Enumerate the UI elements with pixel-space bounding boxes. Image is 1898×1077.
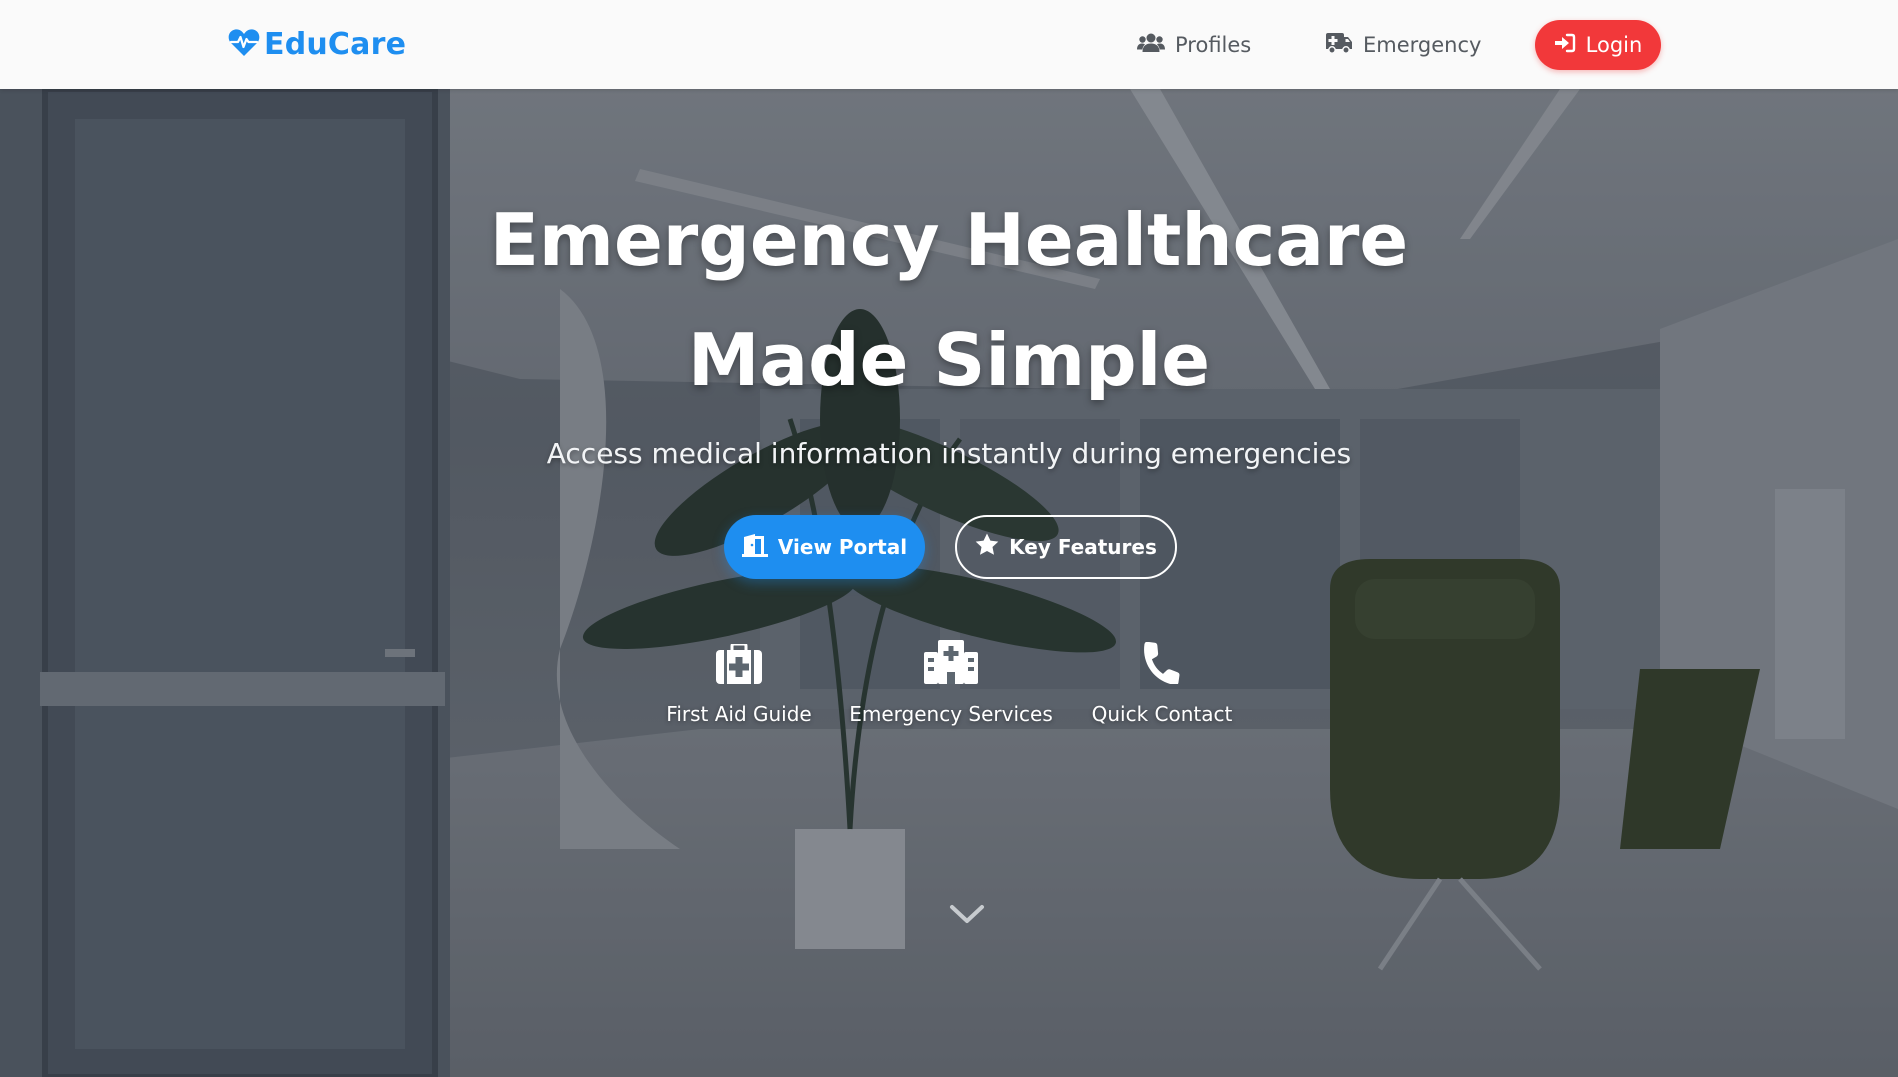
door-open-icon — [741, 533, 768, 562]
brand-name: EduCare — [264, 26, 407, 62]
nav-link-profiles[interactable]: Profiles — [1137, 28, 1251, 62]
feature-quick-contact[interactable]: Quick Contact — [1085, 638, 1239, 726]
feature-emergency-services[interactable]: Emergency Services — [845, 638, 1057, 726]
medkit-icon — [716, 638, 762, 684]
heart-pulse-icon — [228, 27, 260, 61]
feature-first-aid-guide[interactable]: First Aid Guide — [663, 638, 815, 726]
nav-link-emergency-label: Emergency — [1363, 33, 1482, 57]
phone-icon — [1141, 638, 1183, 684]
chevron-down-icon[interactable] — [949, 902, 985, 926]
view-portal-button[interactable]: View Portal — [724, 515, 925, 579]
hero-title-line-1: Emergency Healthcare — [489, 198, 1409, 282]
sign-in-icon — [1554, 33, 1576, 58]
key-features-button[interactable]: Key Features — [955, 515, 1177, 579]
hospital-icon — [924, 638, 978, 684]
login-button-label: Login — [1585, 33, 1643, 57]
star-icon — [975, 533, 999, 561]
feature-quick-contact-label: Quick Contact — [1091, 702, 1233, 726]
brand-logo-link[interactable]: EduCare — [228, 24, 406, 64]
top-navbar: EduCare Profiles Emergency Login — [0, 0, 1898, 89]
feature-emergency-services-label: Emergency Services — [849, 702, 1053, 726]
hero-title-line-2: Made Simple — [687, 318, 1211, 402]
users-icon — [1137, 32, 1165, 59]
login-button[interactable]: Login — [1535, 20, 1661, 70]
key-features-button-label: Key Features — [1009, 535, 1157, 559]
hero-subtitle: Access medical information instantly dur… — [546, 437, 1352, 470]
ambulance-icon — [1325, 32, 1353, 59]
nav-link-emergency[interactable]: Emergency — [1325, 28, 1481, 62]
nav-link-profiles-label: Profiles — [1175, 33, 1252, 57]
view-portal-button-label: View Portal — [777, 535, 908, 559]
hero-title: Emergency Healthcare Made Simple — [0, 180, 1898, 420]
feature-first-aid-guide-label: First Aid Guide — [666, 702, 812, 726]
